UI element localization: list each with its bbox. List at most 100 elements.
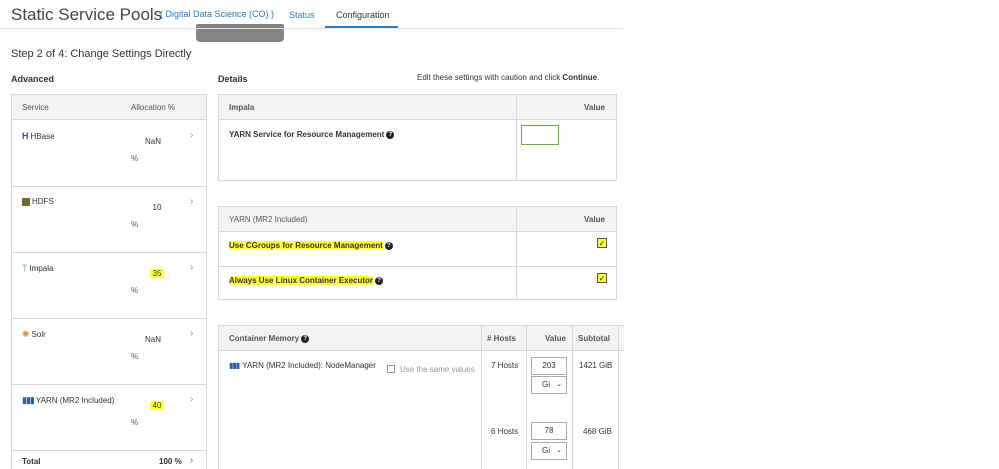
yarn-icon: ▮▮▮ <box>22 395 35 405</box>
memory-value-input[interactable]: 203 <box>531 357 567 375</box>
allocation-value-highlight: 35 <box>149 269 165 278</box>
service-name: Impala <box>29 263 54 273</box>
linux-executor-label-text: Always Use Linux Container Executor <box>229 276 374 285</box>
hbase-icon: H <box>22 131 29 141</box>
col-subtotal: Subtotal <box>578 334 610 343</box>
allocation-value[interactable]: 10 <box>142 203 172 212</box>
yarn-header-label: YARN (MR2 Included) <box>229 215 308 224</box>
tab-status[interactable]: Status <box>289 10 315 20</box>
col-service: Service <box>22 103 49 112</box>
service-row-hdfs: HDFS 10 % › <box>12 187 206 253</box>
container-memory-table: Container Memory? # Hosts Value Subtotal… <box>218 325 624 469</box>
memory-unit-value: Gi <box>542 446 550 455</box>
tab-configuration[interactable]: Configuration <box>336 10 390 20</box>
allocation-value-highlight: 40 <box>149 401 165 410</box>
service-name: HDFS <box>32 197 54 206</box>
service-name: Solr <box>31 330 46 339</box>
allocation-value[interactable]: 40 <box>142 401 172 410</box>
caution-note-text: Edit these settings with caution and cli… <box>417 73 563 82</box>
yarn-icon: ▮▮▮ <box>229 361 240 370</box>
impala-icon: ᛘ <box>22 263 28 273</box>
col-hosts: # Hosts <box>487 334 516 343</box>
memory-unit-select[interactable]: Gi ⌄ <box>531 376 567 394</box>
advanced-heading: Advanced <box>11 74 55 84</box>
percent-unit: % <box>131 220 139 229</box>
column-divider <box>526 326 527 469</box>
yarn-settings-table: YARN (MR2 Included) Value Use CGroups fo… <box>218 206 617 300</box>
percent-unit: % <box>131 418 139 427</box>
chevron-down-icon: ⌄ <box>556 447 562 454</box>
service-name: YARN (MR2 Included) <box>35 396 115 405</box>
col-value: Value <box>545 334 566 343</box>
linux-executor-checkbox[interactable]: ✓ <box>597 273 607 283</box>
allocation-table-header: Service Allocation % <box>12 95 206 120</box>
memory-unit-select[interactable]: Gi ⌄ <box>531 442 567 460</box>
total-label: Total <box>22 457 41 466</box>
help-icon[interactable]: ? <box>301 334 310 343</box>
yarn-service-label-text: YARN Service for Resource Management <box>229 130 385 139</box>
service-row-yarn: ▮▮▮ YARN (MR2 Included) 40 % › <box>12 385 206 451</box>
yarn-service-input[interactable] <box>521 125 559 145</box>
percent-unit: % <box>131 352 139 361</box>
cgroups-checkbox[interactable]: ✓ <box>597 238 607 248</box>
memory-header: Container Memory? <box>229 334 310 343</box>
chevron-right-icon[interactable]: › <box>190 328 193 339</box>
memory-header-text: Container Memory <box>229 334 300 343</box>
column-divider <box>516 95 517 180</box>
chevron-right-icon[interactable]: › <box>190 262 193 273</box>
hosts-count: 7 Hosts <box>491 361 519 370</box>
percent-unit: % <box>131 286 139 295</box>
chevron-right-icon[interactable]: › <box>190 455 193 466</box>
details-heading: Details <box>218 74 248 84</box>
subtotal-value: 468 GiB <box>583 427 612 436</box>
total-value: 100 % <box>159 457 182 466</box>
memory-unit-value: Gi <box>542 380 550 389</box>
service-row-impala: ᛘ Impala 35 % › <box>12 253 206 319</box>
chevron-right-icon[interactable]: › <box>190 130 193 141</box>
allocation-value[interactable]: NaN <box>138 335 168 344</box>
help-icon[interactable]: ? <box>386 130 395 139</box>
impala-settings-table: Impala Value YARN Service for Resource M… <box>218 94 617 181</box>
memory-value-input[interactable]: 78 <box>531 422 567 440</box>
cgroups-label-text: Use CGroups for Resource Management <box>229 241 383 250</box>
allocation-value[interactable]: NaN <box>138 137 168 146</box>
hdfs-icon <box>22 197 30 206</box>
solr-icon: ✺ <box>22 329 30 339</box>
col-allocation: Allocation % <box>131 103 176 112</box>
impala-table-header <box>219 95 616 120</box>
column-divider <box>618 326 619 469</box>
column-divider <box>516 207 517 299</box>
impala-header-label: Impala <box>229 103 255 112</box>
allocation-table: Service Allocation % H HBase NaN % › HDFS… <box>11 94 207 469</box>
row-divider <box>219 266 616 267</box>
same-values-checkbox[interactable] <box>387 365 395 373</box>
step-title: Step 2 of 4: Change Settings Directly <box>11 48 192 60</box>
chevron-down-icon: ⌄ <box>556 381 562 388</box>
cluster-link[interactable]: ( Digital Data Science (CO) ) <box>160 9 274 19</box>
caution-note: Edit these settings with caution and cli… <box>417 73 599 82</box>
header-divider <box>0 28 623 29</box>
caution-note-action: Continue <box>562 73 598 82</box>
help-icon[interactable]: ? <box>384 241 393 250</box>
chevron-right-icon[interactable]: › <box>190 394 193 405</box>
service-row-solr: ✺ Solr NaN % › <box>12 319 206 385</box>
page-title: Static Service Pools <box>11 5 163 24</box>
yarn-value-header: Value <box>584 215 605 224</box>
caution-note-suffix: . <box>597 73 600 82</box>
redaction-mark <box>196 24 284 42</box>
chevron-right-icon[interactable]: › <box>190 196 193 207</box>
yarn-service-label: YARN Service for Resource Management? <box>229 130 395 139</box>
same-values-label: Use the same values <box>400 365 475 374</box>
service-row-hbase: H HBase NaN % › <box>12 121 206 187</box>
nodemanager-role: ▮▮▮ YARN (MR2 Included): NodeManager <box>229 361 376 370</box>
help-icon[interactable]: ? <box>375 276 384 285</box>
column-divider <box>572 326 573 469</box>
percent-unit: % <box>131 154 139 163</box>
allocation-value[interactable]: 35 <box>142 269 172 278</box>
service-name: HBase <box>30 131 55 141</box>
linux-executor-label: Always Use Linux Container Executor? <box>229 276 384 285</box>
column-divider <box>481 326 482 469</box>
impala-value-header: Value <box>584 103 605 112</box>
nodemanager-role-text: YARN (MR2 Included): NodeManager <box>242 361 376 370</box>
subtotal-value: 1421 GiB <box>579 361 613 370</box>
